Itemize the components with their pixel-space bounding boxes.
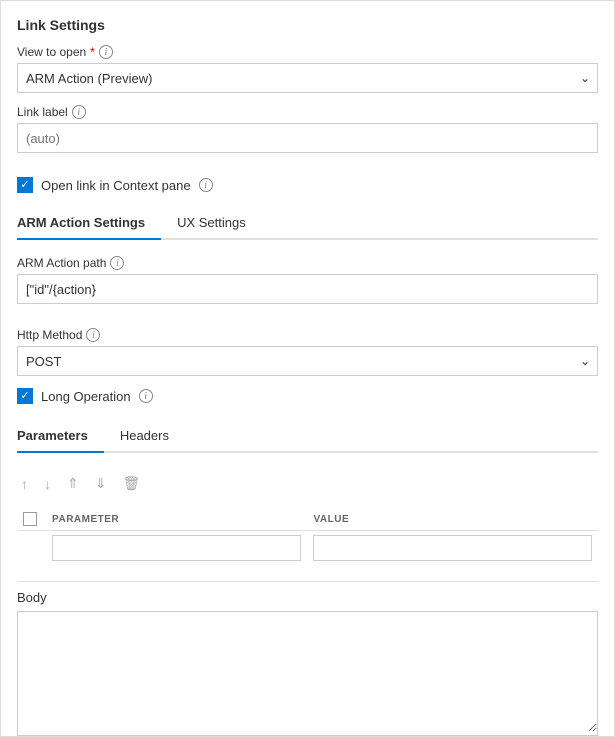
- body-textarea[interactable]: [18, 612, 597, 732]
- open-in-context-checkbox[interactable]: ✓: [17, 177, 33, 193]
- http-method-select[interactable]: POST GET PUT DELETE PATCH: [17, 346, 598, 376]
- view-to-open-group: View to open * i ARM Action (Preview) ⌄: [17, 45, 598, 93]
- tab-arm-action-settings[interactable]: ARM Action Settings: [17, 207, 161, 240]
- view-to-open-select-wrapper: ARM Action (Preview) ⌄: [17, 63, 598, 93]
- body-label: Body: [17, 590, 598, 605]
- value-input[interactable]: [313, 535, 592, 561]
- long-operation-info-icon[interactable]: i: [139, 389, 153, 403]
- view-to-open-info-icon[interactable]: i: [99, 45, 113, 59]
- tab-parameters[interactable]: Parameters: [17, 420, 104, 453]
- move-top-button[interactable]: ⇑: [63, 473, 83, 494]
- tab-ux-settings[interactable]: UX Settings: [177, 207, 262, 240]
- sub-tabs: Parameters Headers: [17, 420, 598, 453]
- move-bottom-button[interactable]: ⇓: [91, 473, 111, 494]
- arm-action-path-input[interactable]: [17, 274, 598, 304]
- parameter-input[interactable]: [52, 535, 301, 561]
- parameters-table: PARAMETER VALUE: [17, 508, 598, 565]
- http-method-label: Http Method i: [17, 328, 598, 342]
- delete-button[interactable]: 🗑: [118, 473, 144, 494]
- arm-action-path-label: ARM Action path i: [17, 256, 598, 270]
- param-toolbar: ↑ ↓ ⇑ ⇓ 🗑: [17, 469, 598, 498]
- open-in-context-row[interactable]: ✓ Open link in Context pane i: [17, 177, 598, 193]
- main-tabs: ARM Action Settings UX Settings: [17, 207, 598, 240]
- open-in-context-info-icon[interactable]: i: [199, 178, 213, 192]
- open-in-context-label: Open link in Context pane: [41, 178, 191, 193]
- param-col-parameter: PARAMETER: [46, 508, 307, 531]
- http-method-select-wrapper: POST GET PUT DELETE PATCH ⌄: [17, 346, 598, 376]
- http-method-info-icon[interactable]: i: [86, 328, 100, 342]
- long-operation-checkmark-icon: ✓: [20, 391, 29, 402]
- move-down-button[interactable]: ↓: [40, 473, 55, 494]
- row-checkbox-cell: [17, 531, 46, 566]
- param-col-checkbox: [17, 508, 46, 531]
- body-section: Body: [17, 581, 598, 736]
- select-all-checkbox[interactable]: [23, 512, 37, 526]
- long-operation-checkbox[interactable]: ✓: [17, 388, 33, 404]
- link-settings-panel: Link Settings View to open * i ARM Actio…: [0, 0, 615, 737]
- body-textarea-wrapper: [17, 611, 598, 736]
- param-col-value: VALUE: [307, 508, 598, 531]
- link-label-info-icon[interactable]: i: [72, 105, 86, 119]
- http-method-group: Http Method i POST GET PUT DELETE PATCH …: [17, 328, 598, 376]
- tab-headers[interactable]: Headers: [120, 420, 185, 453]
- required-indicator: *: [90, 45, 95, 59]
- parameter-cell: [46, 531, 307, 566]
- long-operation-row[interactable]: ✓ Long Operation i: [17, 388, 598, 404]
- link-label-label: Link label i: [17, 105, 598, 119]
- value-cell: [307, 531, 598, 566]
- panel-title: Link Settings: [17, 17, 598, 33]
- table-row: [17, 531, 598, 566]
- arm-action-path-info-icon[interactable]: i: [110, 256, 124, 270]
- move-up-button[interactable]: ↑: [17, 473, 32, 494]
- checkmark-icon: ✓: [20, 180, 29, 191]
- link-label-group: Link label i: [17, 105, 598, 165]
- link-label-input[interactable]: [17, 123, 598, 153]
- view-to-open-select[interactable]: ARM Action (Preview): [17, 63, 598, 93]
- arm-action-path-group: ARM Action path i: [17, 256, 598, 316]
- long-operation-label: Long Operation: [41, 389, 131, 404]
- view-to-open-label: View to open * i: [17, 45, 598, 59]
